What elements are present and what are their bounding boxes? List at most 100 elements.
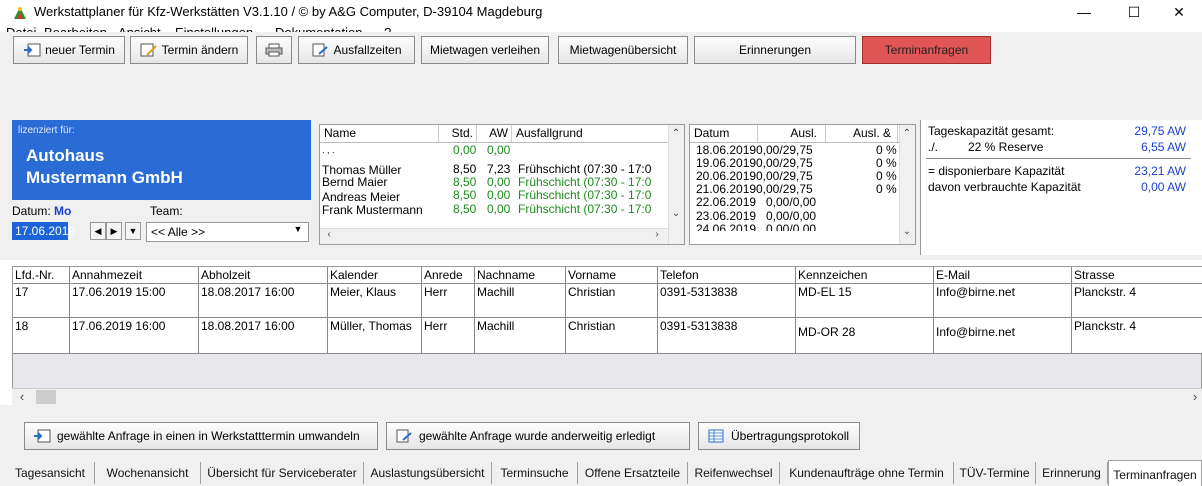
tab-auslastungsuebersicht[interactable]: Auslastungsübersicht xyxy=(364,462,492,484)
scroll-right-icon[interactable]: › xyxy=(1190,389,1200,404)
utilisation-row-ausl: 0,00/29,75 xyxy=(756,143,813,157)
team-select[interactable]: << Alle >> xyxy=(146,222,309,242)
new-appointment-icon xyxy=(24,43,41,57)
edit-appointment-button[interactable]: Termin ändern xyxy=(130,36,248,64)
tab-offene-ersatzteile[interactable]: Offene Ersatzteile xyxy=(578,462,688,484)
table-header-abholzeit[interactable]: Abholzeit xyxy=(199,267,328,284)
license-company-line2: Mustermann GmbH xyxy=(26,168,183,187)
employee-hscroll[interactable] xyxy=(320,228,668,244)
rent-car-button[interactable]: Mietwagen verleihen xyxy=(421,36,549,64)
table-cell-anrede[interactable]: Herr xyxy=(422,284,475,318)
utilisation-row-pct: 0 % xyxy=(876,182,897,196)
transfer-log-button[interactable]: Übertragungsprotokoll xyxy=(698,422,860,450)
scroll-down-icon[interactable]: ⌄ xyxy=(901,226,913,237)
scroll-up-icon[interactable]: ⌃ xyxy=(901,128,913,139)
mark-handled-icon xyxy=(396,429,412,443)
table-header-kennzeichen[interactable]: Kennzeichen xyxy=(796,267,934,284)
table-cell-annahmezeit[interactable]: 17.06.2019 15:00 xyxy=(70,284,199,318)
utilisation-header-ausl-pct[interactable]: Ausl. & xyxy=(826,125,898,142)
utilisation-row-date: 19.06.2019 xyxy=(696,156,757,170)
weekday-label: Mo xyxy=(54,204,72,218)
tab-tuev-termine[interactable]: TÜV-Termine xyxy=(954,462,1036,484)
tab-tagesansicht[interactable]: Tagesansicht xyxy=(6,462,95,484)
table-header-telefon[interactable]: Telefon xyxy=(658,267,796,284)
tab-reifenwechsel[interactable]: Reifenwechsel xyxy=(688,462,780,484)
convert-request-button[interactable]: gewählte Anfrage in einen in Werkstattte… xyxy=(24,422,378,450)
table-header-nachname[interactable]: Nachname xyxy=(475,267,566,284)
table-cell-vorname[interactable]: Christian xyxy=(566,318,658,354)
downtimes-button[interactable]: Ausfallzeiten xyxy=(298,36,415,64)
table-cell-kalender[interactable]: Müller, Thomas xyxy=(328,318,422,354)
employee-header-hours[interactable]: Std. xyxy=(439,125,477,142)
print-button[interactable] xyxy=(256,36,292,64)
maximize-button[interactable]: ☐ xyxy=(1111,0,1157,24)
scroll-left-icon[interactable]: ‹ xyxy=(324,229,334,240)
close-button[interactable]: ✕ xyxy=(1156,0,1202,24)
table-cell-abholzeit[interactable]: 18.08.2017 16:00 xyxy=(199,284,328,318)
employee-row-aw: 0,00 xyxy=(487,188,511,202)
license-label: lizenziert für: xyxy=(18,125,75,136)
capacity-total-value: 29,75 AW xyxy=(1134,124,1186,138)
utilisation-header-date[interactable]: Datum xyxy=(690,125,758,142)
date-next-button[interactable]: ▶ xyxy=(106,222,122,240)
table-header-annahmezeit[interactable]: Annahmezeit xyxy=(70,267,199,284)
minimize-button[interactable]: — xyxy=(1061,0,1107,24)
reminders-button[interactable]: Erinnerungen xyxy=(694,36,856,64)
table-header-kalender[interactable]: Kalender xyxy=(328,267,422,284)
tab-serviceberater[interactable]: Übersicht für Serviceberater xyxy=(201,462,364,484)
table-header-anrede[interactable]: Anrede xyxy=(422,267,475,284)
table-header-vorname[interactable]: Vorname xyxy=(566,267,658,284)
mark-handled-button[interactable]: gewählte Anfrage wurde anderweitig erled… xyxy=(386,422,690,450)
table-header-lfd-nr[interactable]: Lfd.-Nr. xyxy=(13,267,70,284)
table-cell-nachname[interactable]: Machill xyxy=(475,284,566,318)
table-cell-kennzeichen[interactable]: MD-OR 28 xyxy=(796,318,934,354)
capacity-used-value: 0,00 AW xyxy=(1141,180,1186,194)
downtimes-label: Ausfallzeiten xyxy=(333,43,402,57)
table-cell-nachname[interactable]: Machill xyxy=(475,318,566,354)
utilisation-header-ausl[interactable]: Ausl. xyxy=(758,125,826,142)
employee-vscroll[interactable] xyxy=(668,125,684,244)
table-cell-telefon[interactable]: 0391-5313838 xyxy=(658,284,796,318)
table-hscroll[interactable] xyxy=(12,388,1202,405)
capacity-total-label: Tageskapazität gesamt: xyxy=(928,124,1055,138)
scroll-left-icon[interactable]: ‹ xyxy=(16,389,28,404)
table-cell-lfd-nr[interactable]: 18 xyxy=(13,318,70,354)
tab-terminanfragen[interactable]: Terminanfragen xyxy=(1108,460,1202,486)
tab-terminsuche[interactable]: Terminsuche xyxy=(492,462,578,484)
table-hscroll-thumb[interactable] xyxy=(36,390,56,404)
tab-kundenauftraege[interactable]: Kundenaufträge ohne Termin xyxy=(780,462,954,484)
utilisation-row-date: 20.06.2019 xyxy=(696,169,757,183)
table-cell-strasse[interactable]: Planckstr. 4 xyxy=(1072,318,1202,354)
table-cell-telefon[interactable]: 0391-5313838 xyxy=(658,318,796,354)
date-dropdown-button[interactable]: ▼ xyxy=(125,222,141,240)
table-cell-anrede[interactable]: Herr xyxy=(422,318,475,354)
table-cell-abholzeit[interactable]: 18.08.2017 16:00 xyxy=(199,318,328,354)
scroll-up-icon[interactable]: ⌃ xyxy=(670,128,682,139)
utilisation-row-ausl: 0,00/29,75 xyxy=(756,156,813,170)
table-cell-email[interactable]: Info@birne.net xyxy=(934,284,1072,318)
table-cell-kalender[interactable]: Meier, Klaus xyxy=(328,284,422,318)
table-cell-lfd-nr[interactable]: 17 xyxy=(13,284,70,318)
table-cell-kennzeichen[interactable]: MD-EL 15 xyxy=(796,284,934,318)
table-cell-vorname[interactable]: Christian xyxy=(566,284,658,318)
tab-wochenansicht[interactable]: Wochenansicht xyxy=(95,462,201,484)
table-cell-annahmezeit[interactable]: 17.06.2019 16:00 xyxy=(70,318,199,354)
employee-header-aw[interactable]: AW xyxy=(477,125,512,142)
date-input[interactable]: 17.06.2019 xyxy=(12,222,75,240)
employee-header-name[interactable]: Name xyxy=(320,125,439,142)
table-header-email[interactable]: E-Mail xyxy=(934,267,1072,284)
scroll-right-icon[interactable]: › xyxy=(652,229,662,240)
tab-erinnerung[interactable]: Erinnerung xyxy=(1036,462,1108,484)
employee-row-aw: 0,00 xyxy=(487,175,511,189)
new-appointment-button[interactable]: neuer Termin xyxy=(13,36,125,64)
table-cell-strasse[interactable]: Planckstr. 4 xyxy=(1072,284,1202,318)
date-prev-button[interactable]: ◀ xyxy=(90,222,106,240)
employee-header-reason[interactable]: Ausfallgrund xyxy=(512,125,670,142)
table-header-strasse[interactable]: Strasse xyxy=(1072,267,1202,284)
edit-appointment-icon xyxy=(140,43,157,57)
scroll-down-icon[interactable]: ⌄ xyxy=(670,208,682,219)
downtimes-icon xyxy=(312,43,329,57)
table-cell-email[interactable]: Info@birne.net xyxy=(934,318,1072,354)
appointment-requests-button[interactable]: Terminanfragen xyxy=(862,36,991,64)
rental-overview-button[interactable]: Mietwagenübersicht xyxy=(558,36,688,64)
